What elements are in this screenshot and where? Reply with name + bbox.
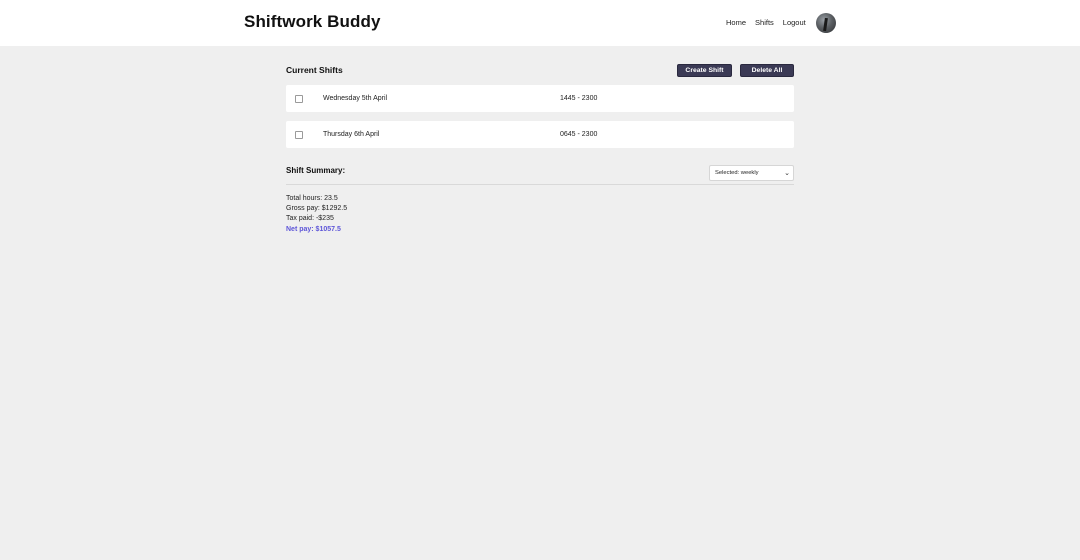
- summary-divider: [286, 184, 794, 185]
- delete-all-button[interactable]: Delete All: [740, 64, 794, 77]
- brand-title: Shiftwork Buddy: [244, 12, 381, 31]
- net-pay: Net pay: $1057.5: [286, 225, 341, 233]
- main-nav: Home Shifts Logout: [726, 18, 806, 27]
- shift-checkbox[interactable]: [295, 95, 303, 103]
- total-hours: Total hours: 23.5: [286, 195, 338, 202]
- summary-period-value: Selected: weekly: [715, 170, 759, 176]
- chevron-down-icon: ⌄: [784, 170, 790, 177]
- top-header: Shiftwork Buddy Home Shifts Logout: [0, 0, 1080, 46]
- summary-details: Total hours: 23.5 Gross pay: $1292.5 Tax…: [286, 194, 347, 235]
- nav-logout-link[interactable]: Logout: [783, 18, 806, 27]
- summary-period-select[interactable]: Selected: weekly ⌄: [709, 165, 794, 181]
- avatar[interactable]: [816, 13, 836, 33]
- shift-time: 0645 - 2300: [560, 131, 598, 138]
- current-shifts-title: Current Shifts: [286, 65, 343, 75]
- shift-date: Thursday 6th April: [323, 131, 380, 138]
- create-shift-button[interactable]: Create Shift: [677, 64, 732, 77]
- tax-paid: Tax paid: -$235: [286, 215, 334, 223]
- shift-time: 1445 - 2300: [560, 95, 598, 102]
- shift-date: Wednesday 5th April: [323, 95, 388, 102]
- shift-row: Wednesday 5th April 1445 - 2300: [286, 85, 794, 112]
- shift-summary-title: Shift Summary:: [286, 166, 346, 175]
- nav-home-link[interactable]: Home: [726, 18, 746, 27]
- shift-checkbox[interactable]: [295, 131, 303, 139]
- gross-pay: Gross pay: $1292.5: [286, 205, 348, 213]
- nav-shifts-link[interactable]: Shifts: [755, 18, 774, 27]
- shift-row: Thursday 6th April 0645 - 2300: [286, 121, 794, 148]
